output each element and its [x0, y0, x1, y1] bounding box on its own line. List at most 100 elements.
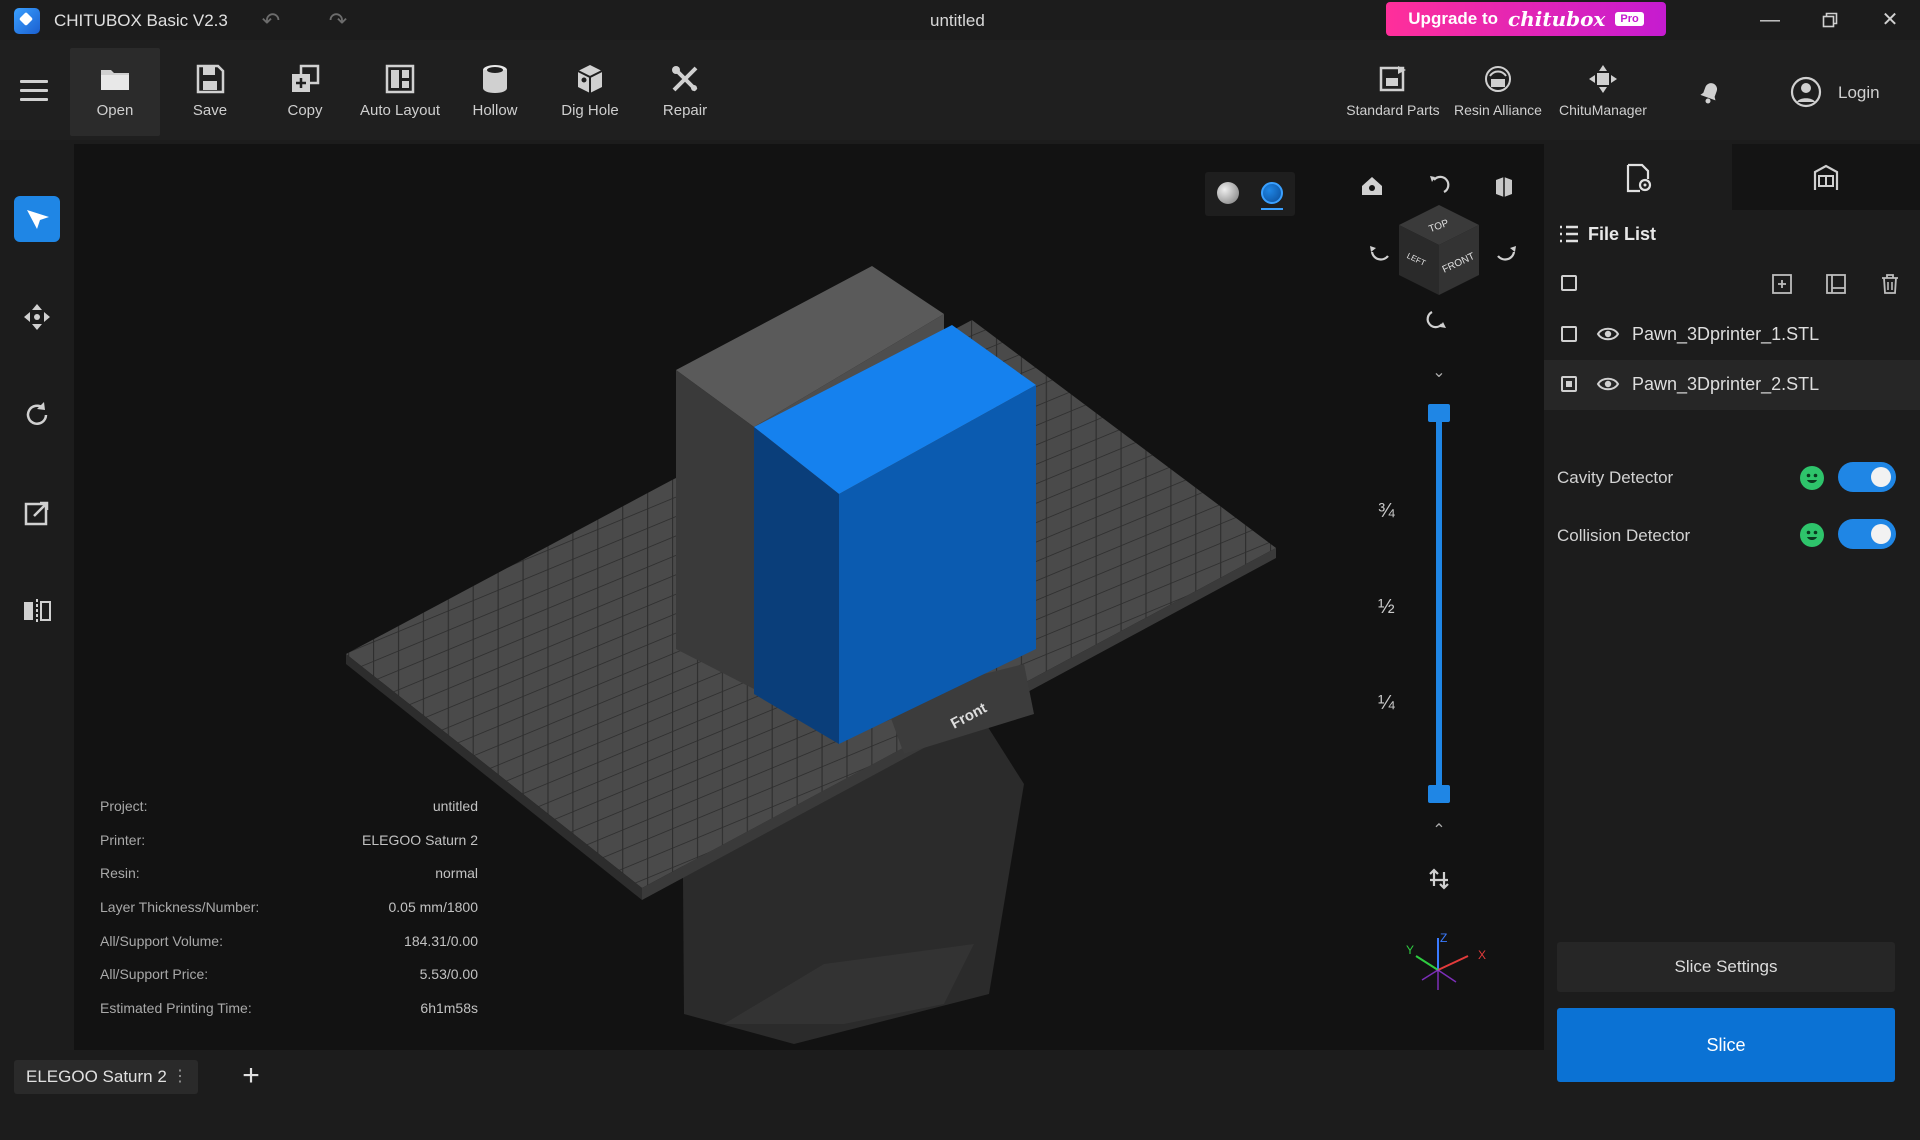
render-mode-group	[1205, 172, 1295, 216]
tab-printer-settings[interactable]	[1732, 144, 1920, 210]
upgrade-prefix: Upgrade to	[1408, 9, 1499, 28]
scale-icon	[24, 501, 49, 526]
resin-alliance-button[interactable]: Resin Alliance	[1450, 48, 1546, 136]
close-button[interactable]: ✕	[1870, 6, 1910, 34]
dig-hole-button[interactable]: Dig Hole	[545, 48, 635, 136]
rotate-view-up-icon[interactable]	[1424, 170, 1452, 198]
add-printer-button[interactable]: +	[236, 1058, 266, 1094]
scale-tool-button[interactable]	[14, 490, 60, 536]
collision-detector-toggle[interactable]	[1838, 519, 1896, 549]
axis-z-label: Z	[1440, 931, 1447, 945]
layer-up-chevron-icon[interactable]: ⌄	[1428, 362, 1450, 384]
auto-layout-label: Auto Layout	[359, 102, 441, 119]
info-row-layer: Layer Thickness/Number: 0.05 mm/1800	[100, 899, 478, 933]
info-row-price: All/Support Price: 5.53/0.00	[100, 966, 478, 1000]
info-label: All/Support Price:	[100, 966, 209, 983]
eye-visibility-icon[interactable]	[1596, 374, 1620, 394]
project-info-panel: Project: untitled Printer: ELEGOO Saturn 2…	[100, 798, 478, 1034]
file-checkbox[interactable]	[1561, 376, 1577, 392]
more-options-icon[interactable]: ⋮	[172, 1066, 188, 1086]
layer-down-chevron-icon[interactable]: ⌃	[1428, 820, 1450, 842]
move-tool-button[interactable]	[14, 294, 60, 340]
mirror-tool-button[interactable]	[14, 588, 60, 634]
chitumanager-button[interactable]: ChituManager	[1555, 48, 1651, 136]
active-mode-underline	[1261, 208, 1283, 210]
select-cursor-icon	[27, 210, 49, 229]
info-row-volume: All/Support Volume: 184.31/0.00	[100, 933, 478, 967]
info-value: 184.31/0.00	[404, 932, 478, 949]
auto-layout-icon	[385, 64, 415, 94]
axes-gizmo: Z X Y	[1406, 931, 1486, 990]
cavity-detector-toggle[interactable]	[1838, 462, 1896, 492]
copy-label: Copy	[287, 102, 323, 119]
xray-shading-icon[interactable]	[1261, 182, 1283, 204]
tab-file-settings[interactable]	[1544, 144, 1732, 210]
delete-trash-icon[interactable]	[1878, 272, 1902, 296]
file-name[interactable]: Pawn_3Dprinter_1.STL	[1632, 324, 1819, 345]
layer-slider-bottom-handle[interactable]	[1428, 785, 1450, 803]
eye-visibility-icon[interactable]	[1596, 324, 1620, 344]
user-avatar-icon[interactable]	[1790, 76, 1822, 108]
resin-alliance-label: Resin Alliance	[1454, 102, 1542, 118]
add-file-icon[interactable]	[1770, 272, 1794, 296]
cavity-detector-label: Cavity Detector	[1557, 468, 1674, 487]
minimize-button[interactable]: —	[1750, 6, 1790, 34]
hamburger-menu-icon[interactable]	[20, 80, 48, 101]
login-link[interactable]: Login	[1838, 83, 1880, 103]
info-label: All/Support Volume:	[100, 932, 223, 949]
layer-slider-track[interactable]	[1436, 410, 1442, 798]
save-button[interactable]: Save	[165, 48, 255, 136]
save-icon	[196, 64, 225, 94]
view-cube[interactable]: TOP FRONT LEFT	[1394, 200, 1484, 300]
slice-settings-button[interactable]: Slice Settings	[1557, 942, 1895, 992]
info-row-time: Estimated Printing Time: 6h1m58s	[100, 1000, 478, 1034]
file-settings-icon	[1626, 163, 1652, 193]
hollow-button[interactable]: Hollow	[450, 48, 540, 136]
rotate-tool-button[interactable]	[14, 392, 60, 438]
info-row-printer: Printer: ELEGOO Saturn 2	[100, 832, 478, 866]
layer-swap-icon[interactable]	[1424, 864, 1454, 894]
layer-slider-top-handle[interactable]	[1428, 404, 1450, 422]
open-button[interactable]: Open	[70, 48, 160, 136]
redo-icon[interactable]: ↷	[325, 8, 351, 34]
smile-status-icon	[1800, 523, 1824, 547]
perspective-toggle-icon[interactable]	[1490, 172, 1518, 200]
rotate-view-down-icon[interactable]	[1424, 304, 1452, 332]
folder-icon	[101, 70, 129, 90]
printer-settings-icon	[1813, 164, 1839, 190]
solid-shading-icon[interactable]	[1217, 182, 1239, 204]
repair-button[interactable]: Repair	[640, 48, 730, 136]
mirror-icon	[24, 599, 51, 623]
pro-badge: Pro	[1615, 12, 1644, 26]
info-value: ELEGOO Saturn 2	[362, 831, 478, 848]
copy-button[interactable]: Copy	[260, 48, 350, 136]
info-value: 6h1m58s	[420, 1000, 478, 1017]
rotate-view-left-icon[interactable]	[1366, 238, 1394, 266]
repair-icon	[672, 66, 698, 92]
info-label: Estimated Printing Time:	[100, 1000, 252, 1017]
layout-file-icon[interactable]	[1824, 272, 1848, 296]
auto-layout-button[interactable]: Auto Layout	[355, 48, 445, 136]
file-checkbox[interactable]	[1561, 326, 1577, 342]
upgrade-button[interactable]: Upgrade to chitubox Pro	[1386, 2, 1666, 36]
rotate-icon	[26, 402, 48, 425]
axis-x-label: X	[1478, 948, 1486, 962]
select-all-checkbox[interactable]	[1561, 275, 1577, 291]
file-name[interactable]: Pawn_3Dprinter_2.STL	[1632, 374, 1819, 395]
home-view-icon[interactable]	[1358, 172, 1386, 200]
standard-parts-button[interactable]: Standard Parts	[1345, 48, 1441, 136]
slice-button[interactable]: Slice	[1557, 1008, 1895, 1082]
smile-status-icon	[1800, 466, 1824, 490]
dig-hole-icon	[577, 65, 603, 93]
printer-tab-label: ELEGOO Saturn 2	[26, 1067, 167, 1086]
resin-alliance-icon	[1485, 66, 1511, 92]
list-icon	[1558, 224, 1580, 244]
restore-button[interactable]	[1810, 6, 1850, 34]
printer-tab[interactable]: ELEGOO Saturn 2 ⋮	[14, 1060, 198, 1094]
notification-bell-icon[interactable]	[1696, 78, 1724, 106]
undo-icon[interactable]: ↶	[258, 8, 284, 34]
select-tool-button[interactable]	[14, 196, 60, 242]
rotate-view-right-icon[interactable]	[1492, 238, 1520, 266]
chitubox-brand-logo: chitubox	[1508, 7, 1606, 31]
info-row-project: Project: untitled	[100, 798, 478, 832]
